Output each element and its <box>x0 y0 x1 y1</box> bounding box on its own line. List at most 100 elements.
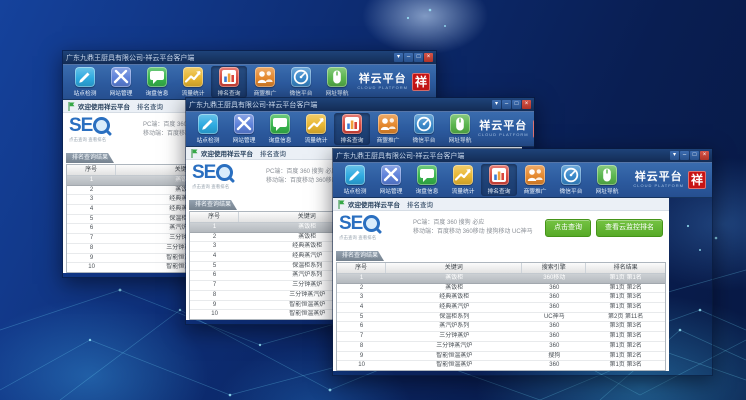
table-body: 1蒸饭柜360移动第1页 第1名2蒸饭柜360第1页 第2名3经典蒸饭柜360第… <box>337 274 665 370</box>
toolbar-item-label: 流量统计 <box>182 88 205 97</box>
toolbar-item-wechat-platform[interactable]: 微信平台 <box>553 164 589 196</box>
toolbar-item-label: 商盟推广 <box>254 88 277 97</box>
cell-engine: 360 <box>522 322 586 331</box>
alliance-promo-icon <box>378 114 398 134</box>
cell-keyword: 三分钟蒸汽炉 <box>386 342 522 351</box>
table-row[interactable]: 9智能恒温蒸炉搜狗第1页 第2名 <box>337 352 665 362</box>
toolbar-item-alliance-promo[interactable]: 商盟推广 <box>370 113 406 145</box>
titlebar: 广东九鼎王厨具有限公司-祥云平台客户端 ▾ – □ × <box>63 51 436 64</box>
cell-engine: 360 <box>522 361 586 370</box>
magnifier-icon <box>93 117 110 134</box>
minimize-button[interactable]: – <box>680 151 689 160</box>
toolbar-item-site-check[interactable]: 站点检测 <box>67 66 103 98</box>
table-row[interactable]: 3经典蒸饭柜360第1页 第3名 <box>337 293 665 303</box>
skin-button[interactable]: ▾ <box>492 100 501 109</box>
toolbar-item-label: 网址导航 <box>326 88 349 97</box>
table-row[interactable]: 2蒸饭柜360第1页 第2名 <box>337 284 665 294</box>
table-row[interactable]: 4经典蒸汽炉360第1页 第3名 <box>337 303 665 313</box>
toolbar-item-ranking-query[interactable]: 排名查询 <box>334 113 370 145</box>
toolbar-item-site-nav[interactable]: 网址导航 <box>442 113 478 145</box>
table-row[interactable]: 7三分钟蒸炉360第1页 第3名 <box>337 332 665 342</box>
toolbar-item-site-check[interactable]: 站点检测 <box>190 113 226 145</box>
cell-no: 1 <box>67 176 116 185</box>
header-cell-no: 序号 <box>337 263 386 273</box>
toolbar-item-traffic-stats[interactable]: 流量统计 <box>445 164 481 196</box>
cell-engine: 360 <box>522 342 586 351</box>
cell-no: 10 <box>67 263 116 272</box>
table-row[interactable]: 8三分钟蒸汽炉360第1页 第2名 <box>337 342 665 352</box>
welcome-page-label: 排名查询 <box>407 199 433 209</box>
toolbar-item-wechat-platform[interactable]: 微信平台 <box>283 66 319 98</box>
window-controls: ▾ – □ × <box>670 151 709 160</box>
query-button[interactable]: 点击查询 <box>545 219 591 237</box>
minimize-button[interactable]: – <box>404 53 413 62</box>
table-row[interactable]: 5保温柜系列UC神马第2页 第11名 <box>337 313 665 323</box>
maximize-button[interactable]: □ <box>690 151 699 160</box>
brand: 祥云平台 CLOUD PLATFORM 祥 <box>478 120 534 138</box>
brand-name: 祥云平台 <box>478 121 529 132</box>
alliance-promo-icon <box>525 165 545 185</box>
cell-rank: 第3页 第3名 <box>586 322 665 331</box>
toolbar-items: 站点检测网站管理询盘信息流量统计排名查询商盟推广微信平台网址导航 <box>190 113 478 145</box>
toolbar-item-inquiry[interactable]: 询盘信息 <box>139 66 175 98</box>
toolbar-item-traffic-stats[interactable]: 流量统计 <box>175 66 211 98</box>
toolbar-item-label: 询盘信息 <box>146 88 169 97</box>
brand: 祥云平台 CLOUD PLATFORM 祥 <box>357 73 432 91</box>
table-row[interactable]: 1蒸饭柜360移动第1页 第1名 <box>337 274 665 284</box>
results-tab[interactable]: 排名查询结果 <box>336 251 384 261</box>
ranking-query-icon <box>219 67 239 87</box>
table-row[interactable]: 6蒸汽炉系列360第3页 第3名 <box>337 322 665 332</box>
close-button[interactable]: × <box>424 53 433 62</box>
toolbar-item-label: 商盟推广 <box>377 135 400 144</box>
results-tab[interactable]: 排名查询结果 <box>66 153 114 163</box>
toolbar-item-alliance-promo[interactable]: 商盟推广 <box>247 66 283 98</box>
toolbar-item-site-nav[interactable]: 网址导航 <box>319 66 355 98</box>
cell-no: 6 <box>337 322 386 331</box>
toolbar-item-site-manage[interactable]: 网站管理 <box>103 66 139 98</box>
results-tab[interactable]: 排名查询结果 <box>189 200 237 210</box>
toolbar-item-alliance-promo[interactable]: 商盟推广 <box>517 164 553 196</box>
toolbar-item-label: 微信平台 <box>560 186 583 195</box>
traffic-stats-icon <box>453 165 473 185</box>
seo-slogan: 点击查询 查看排名 <box>69 136 136 142</box>
toolbar-item-site-check[interactable]: 站点检测 <box>337 164 373 196</box>
skin-button[interactable]: ▾ <box>670 151 679 160</box>
cell-keyword: 三分钟蒸炉 <box>386 332 522 341</box>
toolbar-item-label: 流量统计 <box>452 186 475 195</box>
maximize-button[interactable]: □ <box>512 100 521 109</box>
flag-icon <box>68 102 75 111</box>
site-check-icon <box>345 165 365 185</box>
toolbar-item-traffic-stats[interactable]: 流量统计 <box>298 113 334 145</box>
skin-button[interactable]: ▾ <box>394 53 403 62</box>
toolbar-item-inquiry[interactable]: 询盘信息 <box>409 164 445 196</box>
cell-no: 8 <box>67 244 116 253</box>
toolbar-item-site-nav[interactable]: 网址导航 <box>589 164 625 196</box>
minimize-button[interactable]: – <box>502 100 511 109</box>
toolbar-item-wechat-platform[interactable]: 微信平台 <box>406 113 442 145</box>
close-button[interactable]: × <box>700 151 709 160</box>
cell-no: 2 <box>337 284 386 293</box>
cell-no: 5 <box>337 313 386 322</box>
toolbar-item-site-manage[interactable]: 网站管理 <box>226 113 262 145</box>
site-manage-icon <box>234 114 254 134</box>
toolbar-item-ranking-query[interactable]: 排名查询 <box>211 66 247 98</box>
cell-rank: 第1页 第2名 <box>586 342 665 351</box>
cell-rank: 第1页 第3名 <box>586 293 665 302</box>
app-window-front[interactable]: 广东九鼎王厨具有限公司-祥云平台客户端 ▾ – □ × 站点检测网站管理询盘信息… <box>332 148 713 376</box>
cell-keyword: 经典蒸汽炉 <box>386 303 522 312</box>
toolbar-item-label: 站点检测 <box>74 88 97 97</box>
toolbar-item-ranking-query[interactable]: 排名查询 <box>481 164 517 196</box>
toolbar-item-inquiry[interactable]: 询盘信息 <box>262 113 298 145</box>
table-row[interactable]: 10智能恒温蒸炉360第1页 第3名 <box>337 361 665 370</box>
maximize-button[interactable]: □ <box>414 53 423 62</box>
cell-engine: 360 <box>522 284 586 293</box>
table-header: 序号 关键词 搜索引擎 排名结果 <box>337 263 665 274</box>
header-cell-no: 序号 <box>190 212 239 222</box>
cell-no: 3 <box>67 195 116 204</box>
close-button[interactable]: × <box>522 100 531 109</box>
toolbar-item-site-manage[interactable]: 网站管理 <box>373 164 409 196</box>
window-controls: ▾ – □ × <box>492 100 531 109</box>
engine-list: PC端：百度 360 搜狗 必应 移动端：百度移动 360移动 搜狗移动 UC神… <box>413 219 533 237</box>
cloud-rank-button[interactable]: 查看云监控排名 <box>596 219 663 237</box>
cell-keyword: 经典蒸饭柜 <box>386 293 522 302</box>
